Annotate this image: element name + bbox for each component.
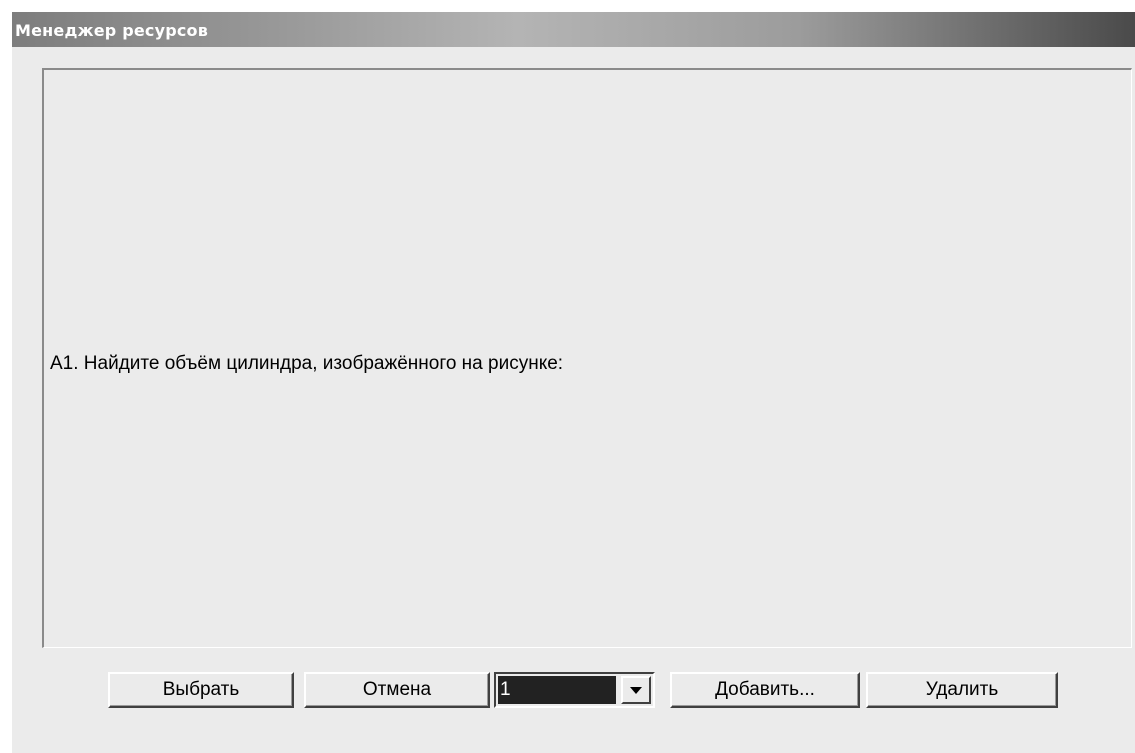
title-bar[interactable]: Менеджер ресурсов <box>12 12 1135 47</box>
resource-number-dropdown[interactable]: 1 <box>494 672 655 708</box>
chevron-down-icon <box>630 686 642 694</box>
window-title: Менеджер ресурсов <box>15 21 209 40</box>
dropdown-toggle-button[interactable] <box>621 676 651 704</box>
resource-preview-panel: А1. Найдите объём цилиндра, изображённог… <box>42 68 1132 648</box>
resource-manager-window: Менеджер ресурсов А1. Найдите объём цили… <box>12 12 1135 753</box>
delete-button[interactable]: Удалить <box>866 672 1058 708</box>
dropdown-selected-value[interactable]: 1 <box>498 676 616 704</box>
add-button[interactable]: Добавить... <box>670 672 860 708</box>
select-button[interactable]: Выбрать <box>108 672 294 708</box>
question-text: А1. Найдите объём цилиндра, изображённог… <box>50 353 564 374</box>
cancel-button[interactable]: Отмена <box>304 672 490 708</box>
